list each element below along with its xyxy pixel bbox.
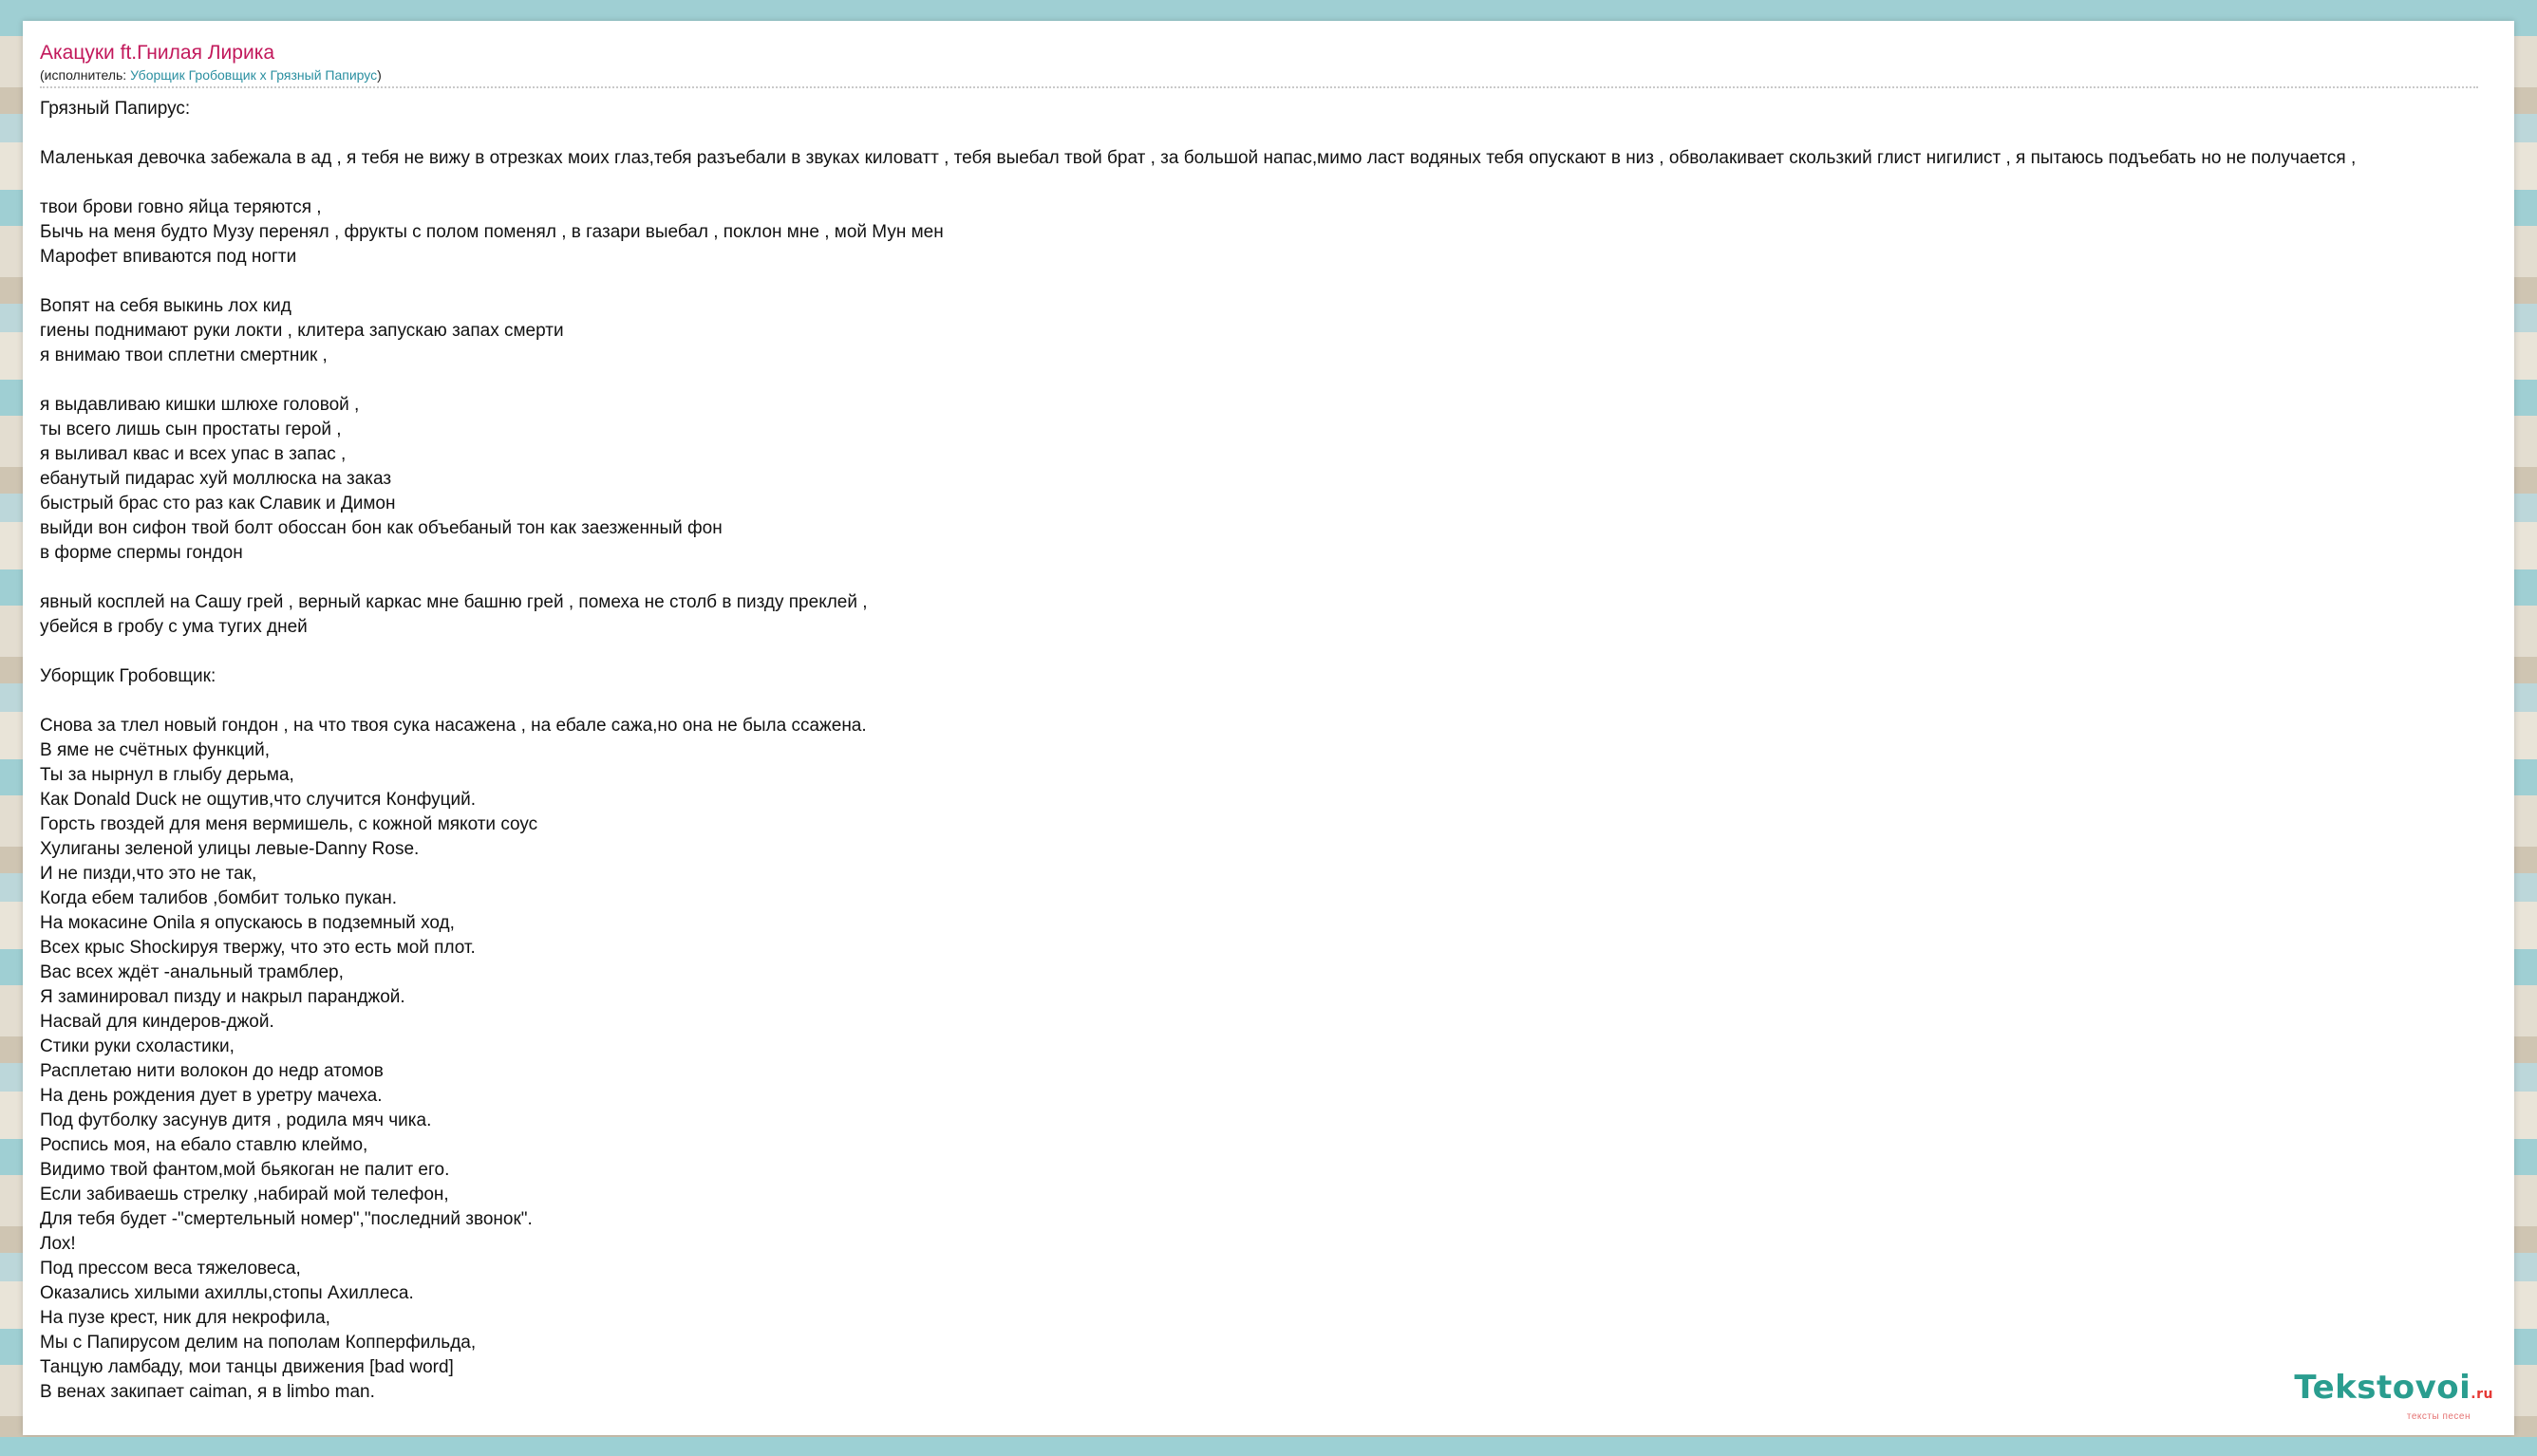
lyric-line: Горсть гвоздей для меня вермишель, с кож… [40,814,538,834]
lyric-line: Для тебя будет -"смертельный номер","пос… [40,1209,533,1229]
lyric-line: Стики руки схоластики, [40,1036,235,1056]
song-header: Акацуки ft.Гнилая Лирика (исполнитель: У… [40,40,2478,88]
lyric-line: Вас всех ждёт -анальный трамблер, [40,962,344,982]
bottom-band [0,1437,2537,1456]
lyric-line: Роспись моя, на ебало ставлю клеймо, [40,1135,368,1155]
lyric-line: Под футболку засунув дитя , родила мяч ч… [40,1111,432,1130]
lyric-line: В яме не счётных функций, [40,740,270,760]
lyric-line [40,270,2514,294]
lyric-line: В венах закипает caiman, я в limbo man. [40,1382,375,1402]
performer-suffix: ) [377,67,382,83]
lyric-line [40,368,2514,393]
performer-link[interactable]: Уборщик Гробовщик x Грязный Папирус [130,67,377,83]
lyric-line: я выливал квас и всех упас в запас , [40,444,347,464]
lyric-line: Если забиваешь стрелку ,набирай мой теле… [40,1185,449,1204]
lyric-line [40,689,2514,714]
lyric-line: Снова за тлел новый гондон , на что твоя… [40,716,867,736]
song-title: Акацуки ft.Гнилая Лирика [40,42,275,64]
lyric-line: Хулиганы зеленой улицы левые-Danny Rose. [40,839,420,859]
lyric-line: Видимо твой фантом,мой бьякоган не палит… [40,1160,450,1180]
lyric-line: явный косплей на Сашу грей , верный карк… [40,592,868,612]
lyric-line: быстрый брас сто раз как Славик и Димон [40,494,396,513]
lyric-line: я внимаю твои сплетни смертник , [40,345,328,365]
lyric-line: убейся в гробу с ума тугих дней [40,617,308,637]
lyric-line: Лох! [40,1234,76,1254]
lyric-line: Маленькая девочка забежала в ад , я тебя… [40,148,2357,168]
lyric-line: Танцую ламбаду, мои танцы движения [bad … [40,1357,454,1377]
lyric-line: Насвай для киндеров-джой. [40,1012,274,1032]
lyric-line: Ты за нырнул в глыбу дерьма, [40,765,294,785]
lyric-line: гиены поднимают руки локти , клитера зап… [40,321,564,341]
lyric-line: Оказались хилыми ахиллы,стопы Ахиллеса. [40,1283,414,1303]
lyric-line: в форме спермы гондон [40,543,243,563]
lyric-line: Расплетаю нити волокон до недр атомов [40,1061,384,1081]
lyric-line: Всех крыс Shockируя твержу, что это есть… [40,938,476,958]
performer-line: (исполнитель: Уборщик Гробовщик x Грязны… [40,66,2478,84]
lyric-line: Мы с Папирусом делим на пополам Копперфи… [40,1333,477,1353]
lyric-line: Вопят на себя выкинь лох кид [40,296,291,316]
lyric-line: Бычь на меня будто Музу перенял , фрукты… [40,222,944,242]
lyric-line: На пузе крест, ник для некрофила, [40,1308,330,1328]
lyric-line: Грязный Папирус: [40,99,191,119]
lyric-line: я выдавливаю кишки шлюхе головой , [40,395,360,415]
lyric-line: Под прессом веса тяжеловеса, [40,1259,301,1279]
site-logo[interactable]: Tekstovoi.ru тексты песен [2294,1371,2493,1422]
lyric-line: На мокасине Onila я опускаюсь в подземны… [40,913,455,933]
performer-prefix: (исполнитель: [40,67,131,83]
lyric-line: И не пизди,что это не так, [40,864,257,884]
logo-tagline: тексты песен [2406,1411,2471,1422]
lyric-line: ты всего лишь сын простаты герой , [40,420,342,439]
lyric-line: ебанутый пидарас хуй моллюска на заказ [40,469,392,489]
lyrics-body: Грязный Папирус: Маленькая девочка забежа… [40,97,2514,1405]
lyric-line [40,171,2514,196]
lyric-line [40,566,2514,590]
lyric-line [40,640,2514,664]
lyric-line [40,121,2514,146]
content-panel: Акацуки ft.Гнилая Лирика (исполнитель: У… [23,21,2514,1435]
lyric-line: Как Donald Duck не ощутив,что случится К… [40,790,477,810]
lyric-line: Я заминировал пизду и накрыл паранджой. [40,987,405,1007]
logo-tld: .ru [2471,1387,2493,1402]
lyric-line: На день рождения дует в уретру мачеха. [40,1086,383,1106]
lyric-line: Марофет впиваются под ногти [40,247,297,267]
lyric-line: выйди вон сифон твой болт обоссан бон ка… [40,518,723,538]
lyric-line: твои брови говно яйца теряются , [40,197,322,217]
lyric-line: Когда ебем талибов ,бомбит только пукан. [40,888,398,908]
lyric-line: Уборщик Гробовщик: [40,666,216,686]
logo-name: Tekstovoi [2294,1369,2471,1407]
